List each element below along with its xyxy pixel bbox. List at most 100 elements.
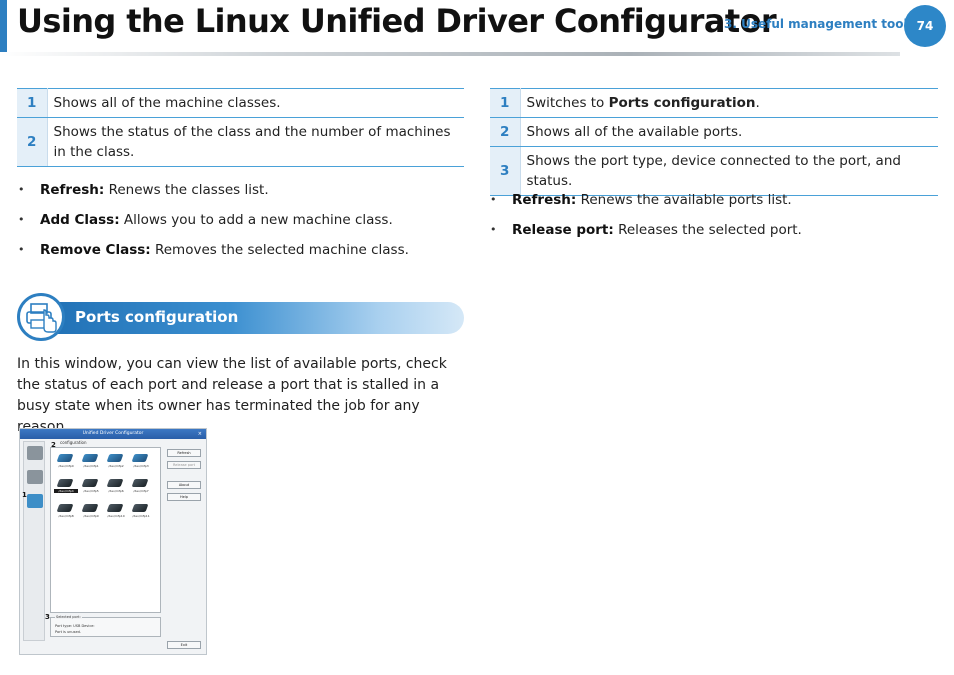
table-row: 1 Switches to Ports configuration.	[490, 88, 938, 118]
port-icon	[56, 479, 74, 487]
list-item: Release port: Releases the selected port…	[490, 220, 930, 250]
port-icon	[106, 479, 124, 487]
refresh-button[interactable]: Refresh	[167, 449, 201, 457]
list-item: Refresh: Renews the classes list.	[18, 180, 458, 210]
port-icon	[131, 504, 149, 512]
row-description: Switches to Ports configuration.	[520, 88, 938, 118]
port-item[interactable]: /dev/mfp9	[79, 504, 103, 520]
table-row: 1 Shows all of the machine classes.	[17, 88, 464, 118]
row-number: 3	[490, 146, 521, 196]
printers-config-icon[interactable]	[27, 446, 43, 460]
port-icon	[131, 479, 149, 487]
port-item[interactable]: /dev/mfp11	[129, 504, 153, 520]
port-item[interactable]: /dev/mfp5	[79, 479, 103, 495]
port-name: /dev/mfp8	[58, 514, 74, 518]
bullet-term: Refresh:	[512, 192, 577, 208]
port-name: /dev/mfp2	[108, 464, 124, 468]
selected-port-status: Port is unused.	[55, 630, 81, 634]
port-name: /dev/mfp6	[108, 489, 124, 493]
port-item[interactable]: /dev/mfp7	[129, 479, 153, 495]
bullet-term: Add Class:	[40, 212, 120, 228]
bullet-desc: Renews the available ports list.	[576, 192, 792, 208]
classes-bullet-list: Refresh: Renews the classes list. Add Cl…	[18, 180, 458, 270]
callout-1: 1	[22, 491, 27, 499]
port-icon	[131, 454, 149, 462]
header-accent-bar	[0, 0, 7, 52]
port-item[interactable]: /dev/mfp0	[54, 454, 78, 470]
callout-2: 2	[51, 441, 56, 449]
table-row: 2 Shows all of the available ports.	[490, 117, 938, 147]
port-icon	[81, 454, 99, 462]
page-title: Using the Linux Unified Driver Configura…	[17, 2, 777, 40]
callout-3: 3	[45, 613, 50, 621]
release-port-button[interactable]: Release port	[167, 461, 201, 469]
list-item: Refresh: Renews the available ports list…	[490, 190, 930, 220]
bullet-desc: Removes the selected machine class.	[150, 242, 409, 258]
bullet-desc: Allows you to add a new machine class.	[119, 212, 393, 228]
port-name: /dev/mfp11	[132, 514, 150, 518]
port-item[interactable]: /dev/mfp10	[104, 504, 128, 520]
bullet-desc: Renews the classes list.	[104, 182, 269, 198]
bullet-term: Remove Class:	[40, 242, 151, 258]
exit-button[interactable]: Exit	[167, 641, 201, 649]
port-item[interactable]: /dev/mfp6	[104, 479, 128, 495]
ports-configuration-screenshot: Unified Driver Configurator × configurat…	[19, 428, 207, 655]
bullet-term: Refresh:	[40, 182, 105, 198]
help-button[interactable]: Help	[167, 493, 201, 501]
row-desc-prefix: Switches to	[526, 95, 609, 111]
row-description: Shows all of the available ports.	[520, 117, 938, 147]
row-description: Shows all of the machine classes.	[47, 88, 464, 118]
row-number: 1	[17, 88, 48, 118]
port-icon	[81, 504, 99, 512]
ports-reference-table: 1 Switches to Ports configuration. 2 Sho…	[490, 88, 938, 196]
port-item[interactable]: /dev/mfp8	[54, 504, 78, 520]
row-number: 2	[17, 117, 48, 167]
ports-bullet-list: Refresh: Renews the available ports list…	[490, 190, 930, 250]
selected-port-title: Selected port:	[55, 615, 82, 619]
port-name: /dev/mfp10	[107, 514, 125, 518]
printer-hand-icon	[17, 293, 65, 341]
port-name: /dev/mfp0	[58, 464, 74, 468]
window-title-bar: Unified Driver Configurator ×	[20, 429, 206, 439]
port-icon	[56, 504, 74, 512]
port-icon	[106, 454, 124, 462]
port-name: /dev/mfp9	[83, 514, 99, 518]
list-item: Add Class: Allows you to add a new machi…	[18, 210, 458, 240]
port-item[interactable]: /dev/mfp3	[129, 454, 153, 470]
port-name: /dev/mfp3	[133, 464, 149, 468]
port-icon	[81, 479, 99, 487]
intro-paragraph: In this window, you can view the list of…	[17, 356, 447, 435]
table-row: 2 Shows the status of the class and the …	[17, 117, 464, 167]
about-button[interactable]: About	[167, 481, 201, 489]
bullet-term: Release port:	[512, 222, 614, 238]
header-divider	[0, 52, 900, 56]
port-item[interactable]: /dev/mfp4	[54, 479, 78, 495]
ports-group-label: configuration	[60, 440, 87, 445]
port-name: /dev/mfp5	[83, 489, 99, 493]
section-heading-text: Ports configuration	[75, 308, 239, 326]
classes-config-icon[interactable]	[27, 470, 43, 484]
list-item: Remove Class: Removes the selected machi…	[18, 240, 458, 270]
port-icon	[56, 454, 74, 462]
port-item[interactable]: /dev/mfp1	[79, 454, 103, 470]
section-heading-ports: Ports configuration	[17, 293, 464, 341]
row-description: Shows the status of the class and the nu…	[47, 117, 464, 167]
bullet-desc: Releases the selected port.	[613, 222, 802, 238]
row-desc-bold: Ports configuration	[608, 95, 756, 111]
row-description: Shows the port type, device connected to…	[520, 146, 938, 196]
selected-port-box: Selected port: Port type: USB Device: Po…	[50, 615, 161, 637]
port-icon	[106, 504, 124, 512]
ports-config-icon[interactable]	[27, 494, 43, 508]
window-title: Unified Driver Configurator	[82, 431, 144, 436]
port-item[interactable]: /dev/mfp2	[104, 454, 128, 470]
row-desc-suffix: .	[755, 95, 760, 111]
page-number-badge: 74	[904, 5, 946, 47]
row-number: 2	[490, 117, 521, 147]
row-number: 1	[490, 88, 521, 118]
port-name: /dev/mfp7	[133, 489, 149, 493]
close-icon[interactable]: ×	[198, 429, 202, 439]
ports-list: /dev/mfp0/dev/mfp1/dev/mfp2/dev/mfp3/dev…	[50, 447, 161, 613]
port-name: /dev/mfp1	[83, 464, 99, 468]
chapter-label[interactable]: 3. Useful management tools	[724, 17, 915, 31]
classes-reference-table: 1 Shows all of the machine classes. 2 Sh…	[17, 88, 464, 167]
